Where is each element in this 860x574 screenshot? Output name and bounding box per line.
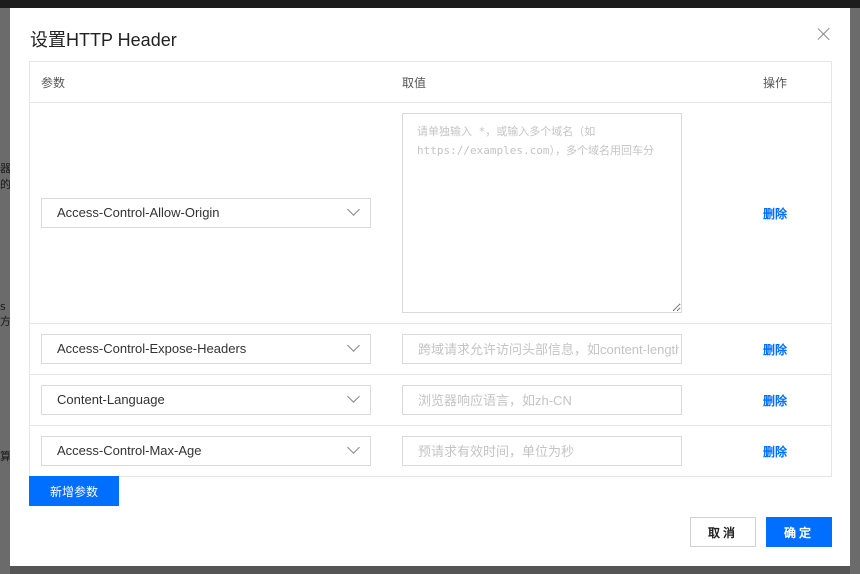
action-cell: 删除 — [752, 374, 832, 426]
column-header-param: 参数 — [29, 61, 391, 103]
param-select[interactable]: Access-Control-Expose-Headers — [41, 334, 371, 364]
http-header-dialog: 设置HTTP Header 参数 取值 操作 Access-Control-Al… — [10, 8, 850, 566]
top-bar — [0, 0, 860, 8]
chevron-down-icon — [347, 390, 360, 403]
delete-button[interactable]: 删除 — [763, 343, 787, 357]
param-select-value: Access-Control-Allow-Origin — [57, 205, 220, 220]
table-row: Access-Control-Max-Age 删除 — [29, 425, 832, 477]
value-input[interactable] — [402, 334, 682, 364]
value-cell — [391, 374, 752, 426]
value-textarea[interactable] — [402, 113, 682, 313]
param-select-value: Access-Control-Max-Age — [57, 443, 202, 458]
close-icon[interactable] — [816, 26, 832, 42]
column-header-value: 取值 — [391, 61, 752, 103]
value-cell — [391, 102, 752, 324]
param-cell: Access-Control-Max-Age — [29, 425, 391, 477]
param-select[interactable]: Access-Control-Allow-Origin — [41, 198, 371, 228]
chevron-down-icon — [347, 203, 360, 216]
value-input[interactable] — [402, 436, 682, 466]
value-input[interactable] — [402, 385, 682, 415]
value-cell — [391, 425, 752, 477]
value-cell — [391, 323, 752, 375]
header-params-table: 参数 取值 操作 Access-Control-Allow-Origin 删除 — [29, 61, 832, 477]
param-cell: Content-Language — [29, 374, 391, 426]
cancel-button[interactable]: 取消 — [690, 517, 756, 547]
param-select-value: Access-Control-Expose-Headers — [57, 341, 247, 356]
dialog-title: 设置HTTP Header — [30, 30, 177, 50]
background-page-left: 器的 s方 算 — [0, 8, 11, 574]
delete-button[interactable]: 删除 — [763, 207, 787, 221]
param-select[interactable]: Access-Control-Max-Age — [41, 436, 371, 466]
column-header-action: 操作 — [752, 61, 832, 103]
param-cell: Access-Control-Allow-Origin — [29, 102, 391, 324]
table-row: Access-Control-Expose-Headers 删除 — [29, 323, 832, 375]
delete-button[interactable]: 删除 — [763, 445, 787, 459]
table-row: Content-Language 删除 — [29, 374, 832, 426]
action-cell: 删除 — [752, 425, 832, 477]
delete-button[interactable]: 删除 — [763, 394, 787, 408]
table-row: Access-Control-Allow-Origin 删除 — [29, 102, 832, 324]
param-select[interactable]: Content-Language — [41, 385, 371, 415]
add-param-button[interactable]: 新增参数 — [29, 476, 119, 506]
chevron-down-icon — [347, 339, 360, 352]
background-page-right — [850, 8, 860, 574]
action-cell: 删除 — [752, 323, 832, 375]
param-cell: Access-Control-Expose-Headers — [29, 323, 391, 375]
param-select-value: Content-Language — [57, 392, 165, 407]
confirm-button[interactable]: 确定 — [766, 517, 832, 547]
action-cell: 删除 — [752, 102, 832, 324]
table-header-row: 参数 取值 操作 — [29, 61, 832, 103]
chevron-down-icon — [347, 441, 360, 454]
